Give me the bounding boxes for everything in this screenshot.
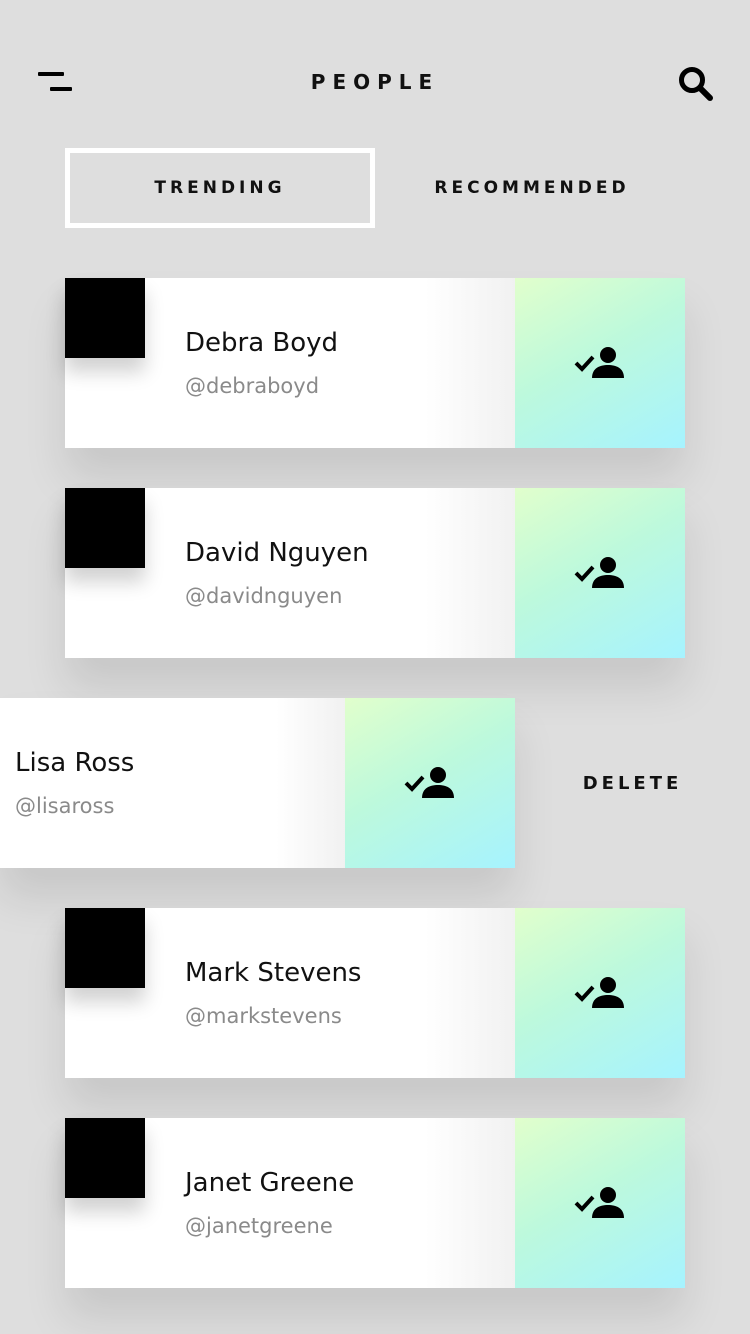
person-info: David Nguyen @davidnguyen	[65, 488, 515, 658]
avatar	[65, 488, 145, 568]
person-handle: @debraboyd	[185, 374, 320, 398]
person-handle: @lisaross	[15, 794, 115, 818]
follow-button[interactable]	[515, 908, 685, 1078]
avatar	[65, 1118, 145, 1198]
search-icon[interactable]	[678, 66, 714, 102]
person-info: Janet Greene @janetgreene	[65, 1118, 515, 1288]
avatar	[65, 278, 145, 358]
user-check-icon	[574, 347, 624, 378]
follow-button[interactable]	[515, 1118, 685, 1288]
user-check-icon	[574, 557, 624, 588]
follow-button[interactable]	[345, 698, 515, 868]
person-name: Lisa Ross	[15, 748, 135, 778]
list-item[interactable]: Janet Greene @janetgreene	[65, 1118, 685, 1288]
user-check-icon	[574, 977, 624, 1008]
person-name: Mark Stevens	[185, 958, 362, 988]
user-check-icon	[574, 1187, 624, 1218]
user-check-icon	[404, 767, 454, 798]
person-info: Lisa Ross @lisaross	[0, 698, 345, 868]
person-handle: @davidnguyen	[185, 584, 343, 608]
person-handle: @janetgreene	[185, 1214, 333, 1238]
page-title: PEOPLE	[310, 70, 440, 94]
person-name: David Nguyen	[185, 538, 369, 568]
person-name: Janet Greene	[185, 1168, 355, 1198]
person-handle: @markstevens	[185, 1004, 342, 1028]
avatar	[65, 908, 145, 988]
tab-recommended[interactable]: RECOMMENDED	[378, 148, 686, 228]
follow-button[interactable]	[515, 278, 685, 448]
delete-button[interactable]: DELETE	[515, 698, 750, 868]
follow-button[interactable]	[515, 488, 685, 658]
list-item[interactable]: Lisa Ross @lisaross	[0, 698, 515, 868]
tab-trending[interactable]: TRENDING	[65, 148, 375, 228]
person-info: Debra Boyd @debraboyd	[65, 278, 515, 448]
list-item[interactable]: Debra Boyd @debraboyd	[65, 278, 685, 448]
person-name: Debra Boyd	[185, 328, 339, 358]
person-info: Mark Stevens @markstevens	[65, 908, 515, 1078]
list-item[interactable]: Mark Stevens @markstevens	[65, 908, 685, 1078]
list-item[interactable]: David Nguyen @davidnguyen	[65, 488, 685, 658]
